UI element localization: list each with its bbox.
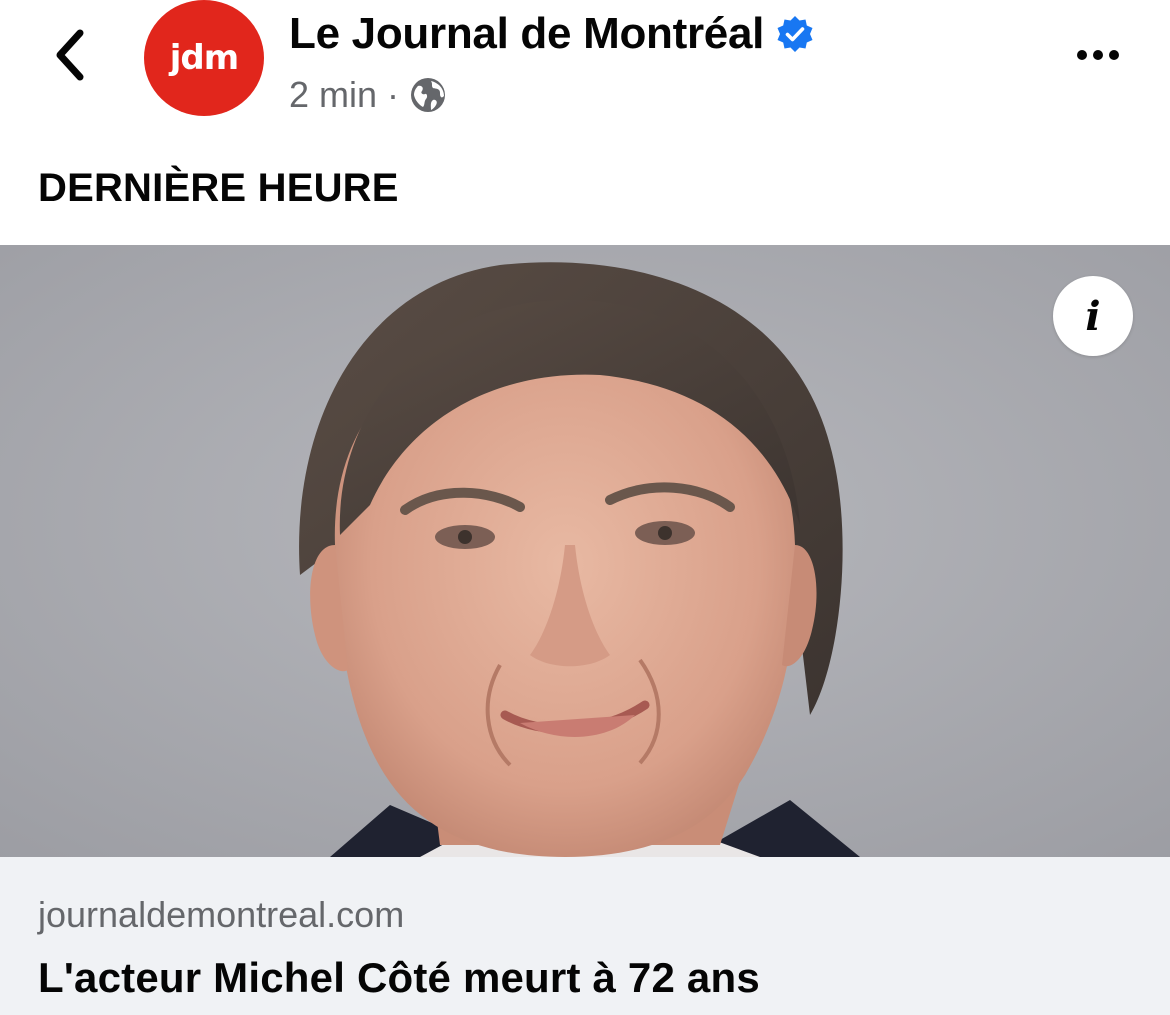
chevron-left-icon (56, 29, 84, 81)
post-meta: 2 min · (289, 72, 447, 118)
link-preview-image[interactable] (0, 245, 1170, 857)
more-dot (1093, 50, 1103, 60)
page-avatar[interactable]: jdm (144, 0, 264, 116)
more-dot (1077, 50, 1087, 60)
avatar-logo-text: jdm (169, 38, 239, 78)
verified-badge-icon (776, 15, 814, 53)
more-options-button[interactable] (1066, 30, 1130, 80)
page-name-row: Le Journal de Montréal (289, 6, 814, 62)
globe-icon[interactable] (409, 76, 447, 114)
post-header: jdm Le Journal de Montréal 2 min · (0, 0, 1170, 140)
back-button[interactable] (40, 20, 100, 90)
post-timestamp[interactable]: 2 min (289, 72, 377, 118)
more-dot (1109, 50, 1119, 60)
info-icon: i (1085, 292, 1101, 340)
link-domain[interactable]: journaldemontreal.com (38, 892, 404, 938)
link-title[interactable]: L'acteur Michel Côté meurt à 72 ans (38, 950, 760, 1006)
info-button[interactable]: i (1053, 276, 1133, 356)
post-text: DERNIÈRE HEURE (38, 166, 399, 210)
page-name[interactable]: Le Journal de Montréal (289, 6, 764, 62)
portrait-photo (0, 245, 1170, 857)
meta-separator: · (387, 74, 400, 115)
